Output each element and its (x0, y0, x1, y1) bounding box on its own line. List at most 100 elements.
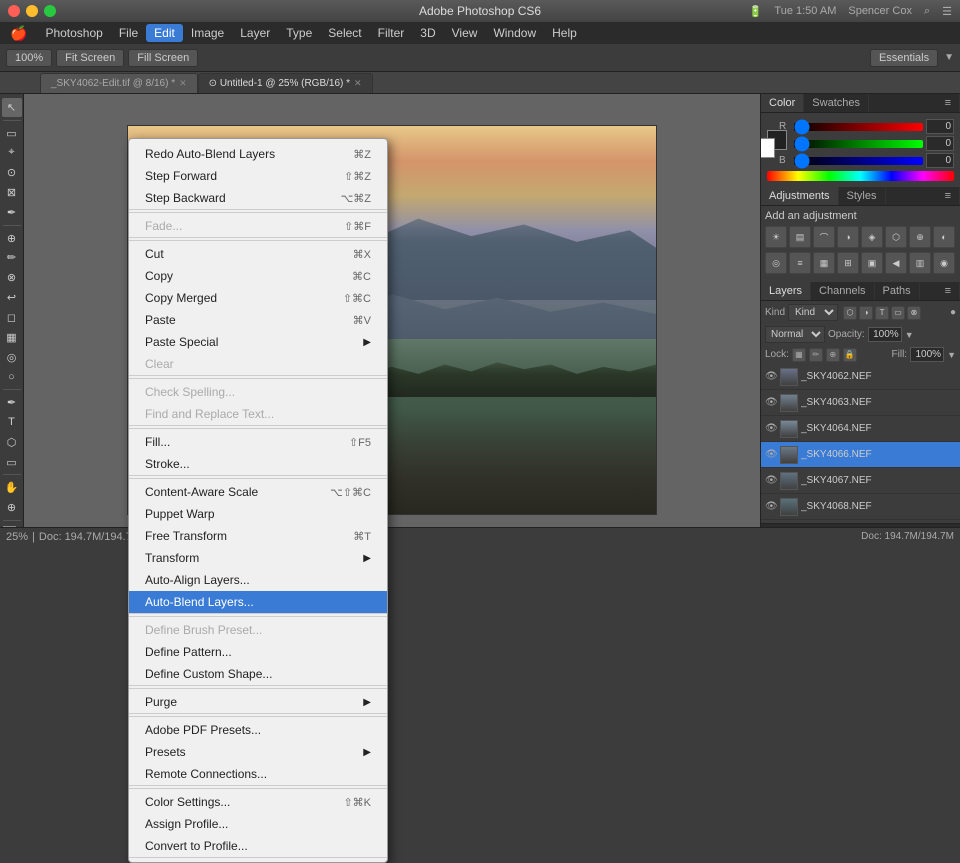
clone-tool[interactable]: ⊗ (2, 268, 22, 287)
marquee-tool[interactable]: ▭ (2, 124, 22, 143)
lock-all[interactable]: 🔒 (843, 348, 857, 362)
layer-item[interactable]: 👁_SKY4068.NEF (761, 494, 960, 520)
filter-shape[interactable]: ▭ (891, 306, 905, 320)
menu-presets[interactable]: Presets▶ (129, 741, 387, 763)
crop-tool[interactable]: ⊠ (2, 183, 22, 202)
adj-vibrance[interactable]: ◈ (861, 226, 883, 248)
r-slider[interactable] (794, 123, 923, 131)
menu-copy[interactable]: Copy⌘C (129, 265, 387, 287)
adj-hsl[interactable]: ⬡ (885, 226, 907, 248)
fill-input[interactable] (910, 347, 944, 362)
filter-pixel[interactable]: ⬡ (843, 306, 857, 320)
search-icon[interactable]: ⌕ (924, 5, 930, 18)
lasso-tool[interactable]: ⌖ (2, 144, 22, 163)
layer-visibility-icon[interactable]: 👁 (765, 501, 777, 512)
history-brush[interactable]: ↩ (2, 288, 22, 307)
shape-tool[interactable]: ▭ (2, 453, 22, 472)
adj-threshold[interactable]: ◀ (885, 252, 907, 274)
r-value[interactable] (926, 119, 954, 134)
filter-toggle[interactable]: ● (950, 307, 956, 318)
layer-item[interactable]: 👁_SKY4063.NEF (761, 390, 960, 416)
adj-levels[interactable]: ▤ (789, 226, 811, 248)
menu-free-transform[interactable]: Free Transform⌘T (129, 525, 387, 547)
adj-colorbal[interactable]: ⊕ (909, 226, 931, 248)
menu-paste-special[interactable]: Paste Special▶ (129, 331, 387, 353)
layer-item[interactable]: 👁_SKY4067.NEF (761, 468, 960, 494)
adj-gradmap[interactable]: ▥ (909, 252, 931, 274)
menu-purge[interactable]: Purge▶ (129, 691, 387, 713)
tab-channels[interactable]: Channels (811, 282, 874, 300)
menu-transform[interactable]: Transform▶ (129, 547, 387, 569)
hand-tool[interactable]: ✋ (2, 478, 22, 497)
menu-filter[interactable]: Filter (370, 24, 413, 42)
menu-auto-blend[interactable]: Auto-Blend Layers... (129, 591, 387, 613)
menu-assign-profile[interactable]: Assign Profile... (129, 813, 387, 835)
layer-visibility-icon[interactable]: 👁 (765, 423, 777, 434)
opacity-input[interactable] (868, 327, 902, 342)
tab-swatches[interactable]: Swatches (804, 94, 869, 112)
layer-item[interactable]: 👁_SKY4064.NEF (761, 416, 960, 442)
lock-image[interactable]: ✏ (809, 348, 823, 362)
b-slider[interactable] (794, 157, 923, 165)
lock-transparent[interactable]: ▦ (792, 348, 806, 362)
adj-selectcolor[interactable]: ◉ (933, 252, 955, 274)
blend-mode-select[interactable]: Normal (765, 326, 825, 343)
opacity-arrow[interactable]: ▼ (905, 330, 914, 340)
adj-panel-options[interactable]: ≡ (937, 187, 960, 205)
color-panel-options[interactable]: ≡ (937, 94, 960, 112)
menu-remote[interactable]: Remote Connections... (129, 763, 387, 785)
tab-styles[interactable]: Styles (839, 187, 886, 205)
brush-tool[interactable]: ✏ (2, 249, 22, 268)
fit-screen-btn[interactable]: Fit Screen (56, 49, 124, 67)
hue-bar[interactable] (767, 171, 954, 181)
layer-item[interactable]: 👁_SKY4062.NEF (761, 364, 960, 390)
menu-convert-profile[interactable]: Convert to Profile... (129, 835, 387, 857)
g-slider[interactable] (794, 140, 923, 148)
layer-visibility-icon[interactable]: 👁 (765, 397, 777, 408)
menu-fill[interactable]: Fill...⇧F5 (129, 431, 387, 453)
menu-redo[interactable]: Redo Auto-Blend Layers⌘Z (129, 143, 387, 165)
dodge-tool[interactable]: ○ (2, 367, 22, 386)
menu-copy-merged[interactable]: Copy Merged⇧⌘C (129, 287, 387, 309)
b-value[interactable] (926, 153, 954, 168)
tab1-close[interactable]: ✕ (179, 78, 187, 89)
g-value[interactable] (926, 136, 954, 151)
menu-view[interactable]: View (444, 24, 486, 42)
menu-file[interactable]: File (111, 24, 146, 42)
adj-photofil[interactable]: ◎ (765, 252, 787, 274)
zoom-tool[interactable]: ⊕ (2, 498, 22, 517)
filter-type[interactable]: T (875, 306, 889, 320)
background-swatch[interactable] (760, 138, 775, 158)
menu-step-forward[interactable]: Step Forward⇧⌘Z (129, 165, 387, 187)
menu-define-pattern[interactable]: Define Pattern... (129, 641, 387, 663)
fill-screen-btn[interactable]: Fill Screen (128, 49, 198, 67)
adj-colorlook[interactable]: ▦ (813, 252, 835, 274)
menu-image[interactable]: Image (183, 24, 232, 42)
eyedropper-tool[interactable]: ✒ (2, 203, 22, 222)
apple-menu[interactable]: 🍎 (4, 23, 33, 44)
menu-type[interactable]: Type (278, 24, 320, 42)
fill-arrow[interactable]: ▼ (947, 350, 956, 360)
tab-paths[interactable]: Paths (875, 282, 920, 300)
blur-tool[interactable]: ◎ (2, 348, 22, 367)
menu-color-settings[interactable]: Color Settings...⇧⌘K (129, 791, 387, 813)
menu-puppet-warp[interactable]: Puppet Warp (129, 503, 387, 525)
adj-channelmix[interactable]: ≡ (789, 252, 811, 274)
adj-invert[interactable]: ⊞ (837, 252, 859, 274)
layer-item[interactable]: 👁_SKY4066.NEF (761, 442, 960, 468)
menu-paste[interactable]: Paste⌘V (129, 309, 387, 331)
essentials-btn[interactable]: Essentials (870, 49, 938, 67)
menu-icon[interactable]: ☰ (942, 5, 952, 18)
eraser-tool[interactable]: ◻ (2, 308, 22, 327)
tab-layers[interactable]: Layers (761, 282, 811, 300)
menu-step-backward[interactable]: Step Backward⌥⌘Z (129, 187, 387, 209)
menu-help[interactable]: Help (544, 24, 585, 42)
menu-content-aware-scale[interactable]: Content-Aware Scale⌥⇧⌘C (129, 481, 387, 503)
menu-stroke[interactable]: Stroke... (129, 453, 387, 475)
adj-exposure[interactable]: ◑ (837, 226, 859, 248)
tab-color[interactable]: Color (761, 94, 804, 112)
menu-window[interactable]: Window (485, 24, 544, 42)
healing-tool[interactable]: ⊕ (2, 229, 22, 248)
adj-brightness[interactable]: ☀ (765, 226, 787, 248)
layer-visibility-icon[interactable]: 👁 (765, 371, 777, 382)
